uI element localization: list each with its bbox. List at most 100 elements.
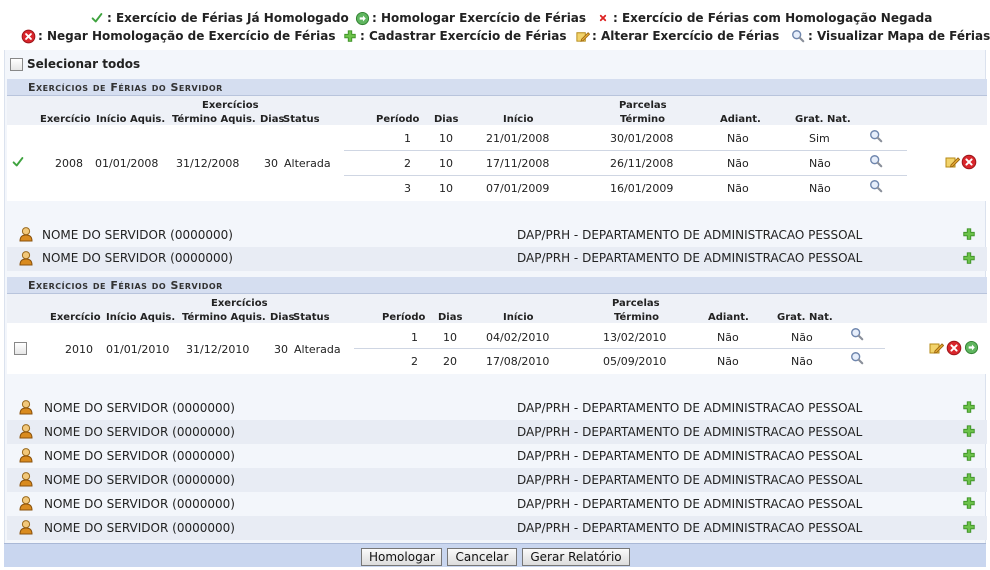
magnifier-icon [850,351,864,365]
edit-icon [574,28,590,44]
add-exercise-button[interactable] [962,448,976,462]
select-all-checkbox[interactable] [10,57,23,71]
edit-icon [928,340,944,356]
server-name: NOME DO SERVIDOR (0000000) [42,228,233,242]
col-exercicio: Exercício [40,114,91,125]
dias-value: 30 [264,157,278,170]
server-name: NOME DO SERVIDOR (0000000) [44,401,235,415]
legend-denied-label: : Exercício de Férias com Homologação Ne… [613,11,933,25]
plus-icon [962,424,976,438]
divider [344,150,907,151]
exercise-row-2010: 2010 01/01/2010 31/12/2010 30 Alterada 1… [7,323,987,374]
server-dept: DAP/PRH - DEPARTAMENTO DE ADMINISTRACAO … [517,521,863,535]
plus-icon [962,251,976,265]
user-icon [18,226,34,242]
add-exercise-button[interactable] [962,520,976,534]
inicio-value: 07/01/2009 [486,182,550,195]
dias-value: 10 [443,331,457,344]
col-inicio: Início [503,312,534,323]
plus-icon [342,28,358,44]
server-dept: DAP/PRH - DEPARTAMENTO DE ADMINISTRACAO … [517,425,863,439]
check-icon [11,155,25,169]
user-icon [18,399,34,415]
cancel-button[interactable]: Cancelar [447,548,517,566]
edit-button[interactable] [928,340,944,356]
view-map-button[interactable] [869,179,883,193]
legend-view-map-label: : Visualizar Mapa de Férias [808,29,990,43]
homologate-button[interactable] [964,340,979,355]
section-header: Exercícios de Férias do Servidor [7,277,987,294]
col-dias: Dias [270,312,295,323]
status-value: Alterada [294,343,341,356]
legend-denied: : Exercício de Férias com Homologação Ne… [595,10,932,26]
plus-icon [962,496,976,510]
deny-icon [961,154,977,170]
magnifier-icon [869,129,883,143]
dias-value: 30 [274,343,288,356]
col-status: Status [293,312,330,323]
col-termino: Término [620,114,666,125]
legend-row-1: : Exercício de Férias Já Homologado : Ho… [0,9,990,27]
add-exercise-button[interactable] [962,227,976,241]
server-row: NOME DO SERVIDOR (0000000) DAP/PRH - DEP… [7,492,987,516]
view-map-button[interactable] [850,351,864,365]
legend-deny: : Negar Homologação de Exercício de Féri… [20,28,335,44]
select-all[interactable]: Selecionar todos [10,57,140,71]
periodo-value: 2 [411,355,418,368]
exercicio-value: 2010 [65,343,93,356]
status-value: Alterada [284,157,331,170]
generate-report-button[interactable]: Gerar Relatório [522,548,630,566]
grat-value: Não [791,355,813,368]
termino-value: 30/01/2008 [610,132,674,145]
add-exercise-button[interactable] [962,472,976,486]
col-grat-nat: Grat. Nat. [795,114,851,125]
section-title: Exercícios de Férias do Servidor [28,279,223,292]
deny-icon [20,28,36,44]
magnifier-icon [790,28,806,44]
divider [344,175,907,176]
termino-value: 16/01/2009 [610,182,674,195]
col-parcelas-group: Parcelas [612,298,660,309]
grat-value: Não [809,157,831,170]
homologate-icon [964,340,979,355]
add-exercise-button[interactable] [962,496,976,510]
server-name: NOME DO SERVIDOR (0000000) [44,497,235,511]
col-inicio: Início [503,114,534,125]
server-name: NOME DO SERVIDOR (0000000) [44,449,235,463]
homologate-icon [354,10,370,26]
col-inicio-aquis: Início Aquis. [96,114,166,125]
dias-value: 10 [439,132,453,145]
exercise-checkbox[interactable] [14,342,27,355]
col-exercicios-group: Exercícios [211,298,268,309]
legend-homologated-label: : Exercício de Férias Já Homologado [107,11,349,25]
edit-button[interactable] [944,154,960,170]
view-map-button[interactable] [850,327,864,341]
homologar-button[interactable]: Homologar [361,548,442,566]
user-icon [18,250,34,266]
server-row: NOME DO SERVIDOR (0000000) DAP/PRH - DEP… [7,396,987,420]
col-exercicio: Exercício [50,312,101,323]
add-exercise-button[interactable] [962,251,976,265]
server-name: NOME DO SERVIDOR (0000000) [44,425,235,439]
add-exercise-button[interactable] [962,400,976,414]
view-map-button[interactable] [869,154,883,168]
col-dias: Dias [260,114,285,125]
deny-button[interactable] [961,154,977,170]
user-icon [18,423,34,439]
grat-value: Não [809,182,831,195]
adiant-value: Não [717,355,739,368]
server-row: NOME DO SERVIDOR (0000000) DAP/PRH - DEP… [7,420,987,444]
deny-button[interactable] [946,340,962,356]
plus-icon [962,400,976,414]
periodo-value: 3 [404,182,411,195]
server-row: NOME DO SERVIDOR (0000000) DAP/PRH - DEP… [7,223,987,247]
view-map-button[interactable] [869,129,883,143]
legend-deny-label: : Negar Homologação de Exercício de Féri… [38,29,336,43]
inicio-aquis-value: 01/01/2008 [95,157,159,170]
divider [354,348,885,349]
legend-register: : Cadastrar Exercício de Férias [342,28,566,44]
termino-value: 26/11/2008 [610,157,674,170]
inicio-value: 04/02/2010 [486,331,550,344]
add-exercise-button[interactable] [962,424,976,438]
user-icon [18,495,34,511]
